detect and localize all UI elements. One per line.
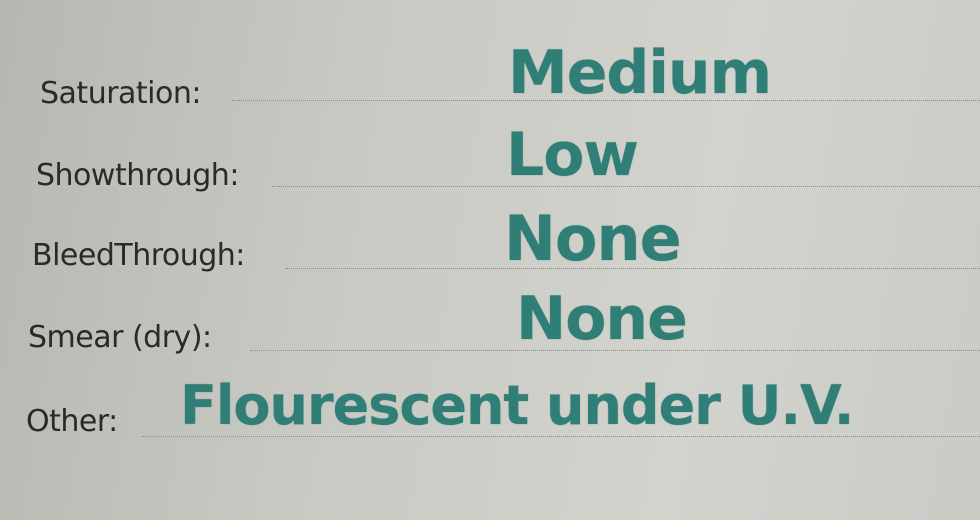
smear-dry-label: Smear (dry):	[28, 320, 212, 355]
other-value: Flourescent under U.V.	[180, 374, 854, 437]
saturation-value: Medium	[508, 38, 772, 108]
showthrough-label: Showthrough:	[36, 158, 239, 193]
ink-review-card: Saturation: Medium Showthrough: Low Blee…	[0, 0, 980, 520]
other-label: Other:	[26, 404, 118, 439]
showthrough-value: Low	[506, 120, 639, 190]
smear-dry-value: None	[516, 284, 688, 354]
bleedthrough-label: BleedThrough:	[32, 238, 245, 273]
bleedthrough-value: None	[504, 202, 682, 275]
saturation-label: Saturation:	[40, 76, 202, 111]
